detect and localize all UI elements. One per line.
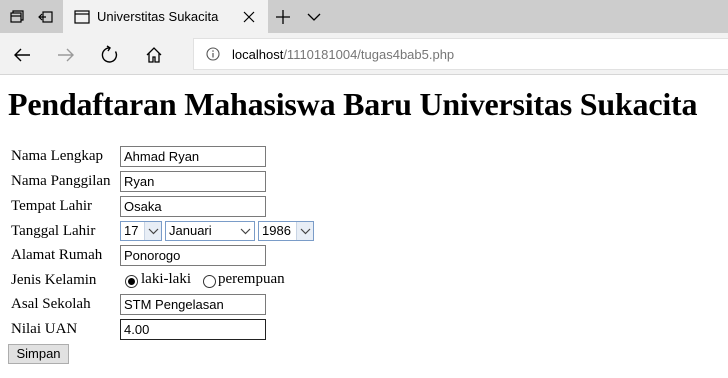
tab-back-icon[interactable] [37, 8, 55, 26]
day-value: 17 [124, 223, 139, 238]
nilai-uan-input[interactable]: 4.00 [120, 319, 266, 340]
asal-sekolah-input[interactable]: STM Pengelasan [120, 294, 266, 315]
forward-icon[interactable] [56, 45, 76, 65]
month-select[interactable]: Januari [165, 221, 255, 241]
new-tab-icon[interactable] [274, 8, 292, 26]
chevron-down-icon [237, 222, 254, 240]
tab-title: Universtitas Sukacita [97, 9, 219, 24]
label-nilai-uan: Nilai UAN [11, 321, 78, 337]
page-title: Pendaftaran Mahasiswa Baru Universitas S… [8, 86, 698, 122]
url-host: localhost [232, 47, 284, 62]
year-value: 1986 [262, 223, 291, 238]
refresh-icon[interactable] [100, 45, 120, 65]
tab-bar: Universtitas Sukacita [0, 0, 728, 33]
chevron-down-icon [296, 222, 313, 240]
label-alamat-rumah: Alamat Rumah [11, 247, 103, 263]
label-nama-panggilan: Nama Panggilan [11, 173, 111, 189]
tab-set-icon[interactable] [8, 8, 26, 26]
label-tanggal-lahir: Tanggal Lahir [11, 223, 96, 239]
back-icon[interactable] [12, 45, 32, 65]
home-icon[interactable] [144, 45, 164, 65]
info-icon[interactable] [206, 47, 220, 61]
close-icon[interactable] [240, 8, 258, 26]
year-select[interactable]: 1986 [258, 221, 314, 241]
radio-laki-laki[interactable] [125, 275, 138, 288]
radio-label-laki-laki: laki-laki [141, 271, 191, 287]
month-value: Januari [169, 223, 212, 238]
page-content: Pendaftaran Mahasiswa Baru Universitas S… [0, 76, 728, 378]
day-select[interactable]: 17 [120, 221, 162, 241]
radio-label-perempuan: perempuan [218, 271, 285, 287]
alamat-rumah-input[interactable]: Ponorogo [120, 245, 266, 266]
url-path: /1110181004/tugas4bab5.php [283, 47, 455, 62]
label-asal-sekolah: Asal Sekolah [11, 296, 91, 312]
nama-panggilan-input[interactable]: Ryan [120, 171, 266, 192]
label-tempat-lahir: Tempat Lahir [11, 198, 92, 214]
chevron-down-icon [144, 222, 161, 240]
label-nama-lengkap: Nama Lengkap [11, 148, 104, 164]
label-jenis-kelamin: Jenis Kelamin [11, 272, 97, 288]
simpan-button[interactable]: Simpan [8, 344, 69, 364]
radio-perempuan[interactable] [203, 275, 216, 288]
tempat-lahir-input[interactable]: Osaka [120, 196, 266, 217]
page-icon [73, 8, 91, 26]
url-text: localhost/1110181004/tugas4bab5.php [232, 47, 454, 62]
active-tab[interactable]: Universtitas Sukacita [63, 0, 268, 33]
nama-lengkap-input[interactable]: Ahmad Ryan [120, 146, 266, 167]
address-bar[interactable]: localhost/1110181004/tugas4bab5.php [193, 38, 728, 70]
navigation-bar: localhost/1110181004/tugas4bab5.php [0, 33, 728, 75]
chevron-down-icon[interactable] [305, 8, 323, 26]
